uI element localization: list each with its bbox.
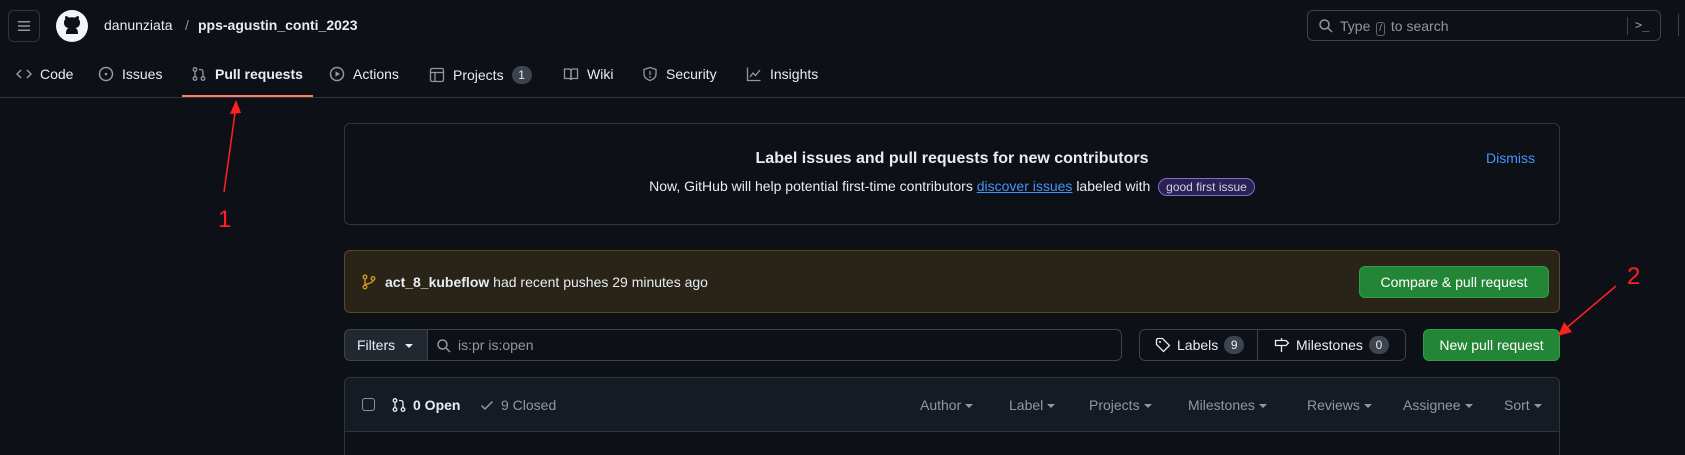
search-divider: [1627, 17, 1628, 35]
branch-name[interactable]: act_8_kubeflow: [385, 274, 489, 290]
select-all-checkbox[interactable]: [362, 398, 375, 411]
tag-icon: [1155, 337, 1171, 353]
search-placeholder: Type / to search: [1340, 18, 1449, 36]
banner-title: Label issues and pull requests for new c…: [755, 150, 1149, 167]
tab-actions[interactable]: Actions: [329, 66, 399, 82]
shield-icon: [643, 66, 657, 82]
caret-down-icon: [405, 344, 414, 349]
check-icon: [480, 400, 494, 411]
labels-button[interactable]: Labels 9: [1139, 329, 1258, 361]
search-input[interactable]: Type / to search >_: [1307, 10, 1661, 41]
milestones-count-badge: 0: [1368, 336, 1389, 354]
issue-icon: [98, 66, 114, 82]
book-icon: [563, 68, 579, 81]
hamburger-menu-button[interactable]: [8, 10, 40, 42]
open-filter-link[interactable]: 0 Open: [391, 397, 460, 413]
menu-icon: [18, 21, 30, 31]
new-pull-request-button[interactable]: New pull request: [1423, 329, 1560, 361]
tab-wiki[interactable]: Wiki: [563, 66, 613, 82]
good-first-issue-label: good first issue: [1158, 178, 1255, 196]
table-icon: [429, 67, 445, 83]
sort-dropdown[interactable]: Sort: [1504, 397, 1542, 413]
tab-insights[interactable]: Insights: [746, 66, 818, 82]
projects-dropdown[interactable]: Projects: [1089, 397, 1152, 413]
pr-search-input[interactable]: is:pr is:open: [427, 329, 1122, 361]
recent-pushes-notice: act_8_kubeflow had recent pushes 29 minu…: [344, 250, 1560, 313]
annotation-label-1: 1: [218, 206, 232, 233]
list-header: 0 Open 9 Closed Author Label Projects Mi…: [345, 378, 1559, 432]
slash-key-hint: /: [1376, 22, 1386, 36]
closed-filter-link[interactable]: 9 Closed: [479, 397, 556, 413]
pull-request-list: 0 Open 9 Closed Author Label Projects Mi…: [344, 377, 1560, 455]
milestone-icon: [1274, 338, 1290, 352]
command-palette-icon[interactable]: >_: [1635, 18, 1649, 32]
discover-issues-link[interactable]: discover issues: [977, 178, 1073, 194]
label-dropdown[interactable]: Label: [1009, 397, 1055, 413]
code-icon: [16, 69, 32, 79]
milestones-dropdown[interactable]: Milestones: [1188, 397, 1267, 413]
annotation-label-2: 2: [1627, 263, 1641, 290]
graph-icon: [746, 67, 761, 82]
author-dropdown[interactable]: Author: [920, 397, 973, 413]
github-logo-icon[interactable]: [56, 10, 88, 42]
search-icon: [1319, 19, 1333, 33]
search-icon: [437, 339, 451, 353]
repo-nav: Code Issues Pull requests Actions Projec…: [0, 52, 1685, 98]
tab-security[interactable]: Security: [642, 66, 717, 82]
milestones-button[interactable]: Milestones 0: [1257, 329, 1406, 361]
repo-owner-link[interactable]: danunziata: [104, 17, 173, 33]
pull-request-icon: [392, 398, 406, 412]
assignee-dropdown[interactable]: Assignee: [1403, 397, 1473, 413]
pull-request-icon: [192, 67, 206, 81]
annotation-arrow-2: [1558, 285, 1617, 336]
new-contributors-banner: Label issues and pull requests for new c…: [344, 123, 1560, 225]
breadcrumb-separator: /: [185, 17, 189, 33]
header-divider: [1678, 14, 1679, 36]
tab-pull-requests[interactable]: Pull requests: [191, 66, 303, 82]
play-icon: [329, 66, 345, 82]
tab-projects[interactable]: Projects 1: [429, 66, 532, 84]
tab-issues[interactable]: Issues: [98, 66, 162, 82]
filters-dropdown[interactable]: Filters: [344, 329, 428, 361]
top-bar: danunziata / pps-agustin_conti_2023 Type…: [0, 0, 1685, 52]
tab-code[interactable]: Code: [16, 66, 73, 82]
git-branch-icon: [362, 274, 376, 290]
dismiss-button[interactable]: Dismiss: [1486, 150, 1535, 166]
projects-count-badge: 1: [511, 66, 532, 84]
compare-pull-request-button[interactable]: Compare & pull request: [1359, 266, 1549, 298]
pr-search-value: is:pr is:open: [458, 337, 534, 353]
labels-count-badge: 9: [1224, 336, 1245, 354]
repo-name-link[interactable]: pps-agustin_conti_2023: [198, 17, 358, 33]
reviews-dropdown[interactable]: Reviews: [1307, 397, 1372, 413]
push-notice-text: act_8_kubeflow had recent pushes 29 minu…: [385, 274, 708, 290]
banner-body: Now, GitHub will help potential first-ti…: [345, 178, 1559, 196]
